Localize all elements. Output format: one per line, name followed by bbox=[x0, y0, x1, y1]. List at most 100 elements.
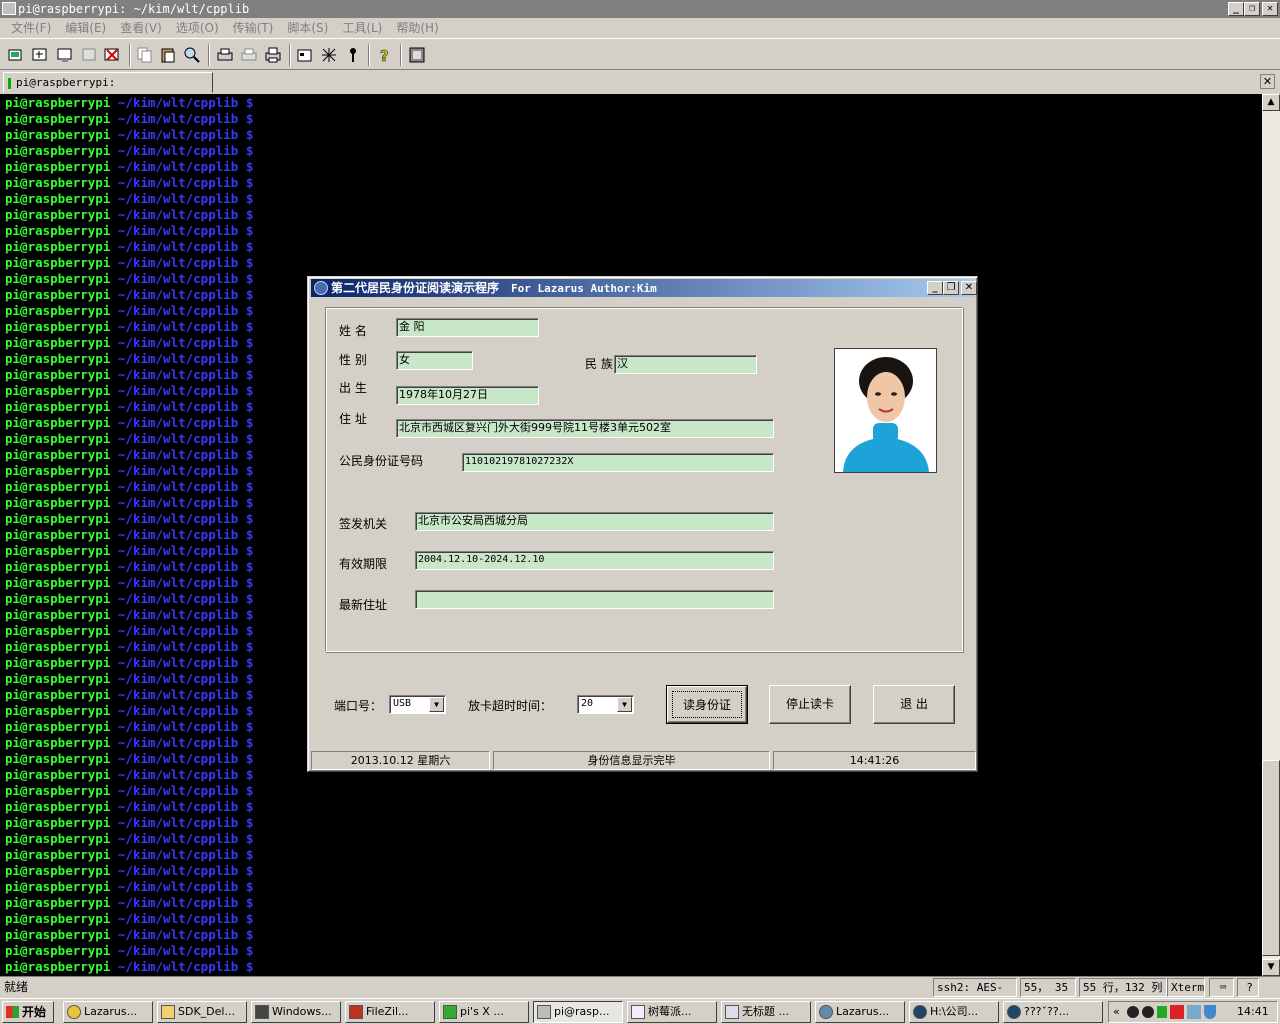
status-term: Xterm bbox=[1167, 978, 1205, 997]
tab-close-button[interactable]: ✕ bbox=[1260, 74, 1275, 89]
copy-icon[interactable] bbox=[136, 46, 154, 64]
keymap-icon[interactable] bbox=[344, 46, 362, 64]
dialog-maximize-button[interactable]: ❐ bbox=[943, 281, 959, 295]
task-button[interactable]: 无标题 ... bbox=[721, 1001, 811, 1023]
new-address-field[interactable] bbox=[415, 590, 774, 609]
read-id-button[interactable]: 读身份证 bbox=[666, 685, 748, 724]
gender-field[interactable]: 女 bbox=[396, 351, 473, 370]
close-button[interactable]: ✕ bbox=[1262, 2, 1278, 16]
prompt-user: pi@raspberrypi bbox=[5, 687, 111, 702]
task-button[interactable]: SDK_Del... bbox=[157, 1001, 247, 1023]
close-session-icon[interactable] bbox=[103, 46, 121, 64]
prompt-path: ~/kim/wlt/cpplib $ bbox=[117, 959, 254, 974]
sftp-icon[interactable] bbox=[320, 46, 338, 64]
id-number-field[interactable]: 11010219781027232X bbox=[462, 453, 774, 472]
security-shield-icon[interactable] bbox=[1204, 1005, 1216, 1019]
prompt-user: pi@raspberrypi bbox=[5, 303, 111, 318]
extra-icon[interactable] bbox=[408, 46, 426, 64]
task-button[interactable]: 树莓派... bbox=[627, 1001, 717, 1023]
dialog-title-bar[interactable]: 第二代居民身份证阅读演示程序 For Lazarus Author:Kim _ ❐… bbox=[311, 279, 977, 297]
issuer-field[interactable]: 北京市公安局西城分局 bbox=[415, 512, 774, 531]
task-button[interactable]: ???ˇ??... bbox=[1003, 1001, 1103, 1023]
qq-icon[interactable] bbox=[1142, 1006, 1154, 1018]
scroll-thumb[interactable] bbox=[1262, 760, 1280, 956]
menu-help[interactable]: 帮助(H) bbox=[389, 18, 445, 38]
port-select[interactable]: USB ▼ bbox=[389, 695, 446, 714]
new-session-icon[interactable] bbox=[56, 46, 74, 64]
dialog-minimize-button[interactable]: _ bbox=[927, 281, 943, 295]
qq-icon[interactable] bbox=[1127, 1006, 1139, 1018]
minimize-button[interactable]: _ bbox=[1228, 2, 1244, 16]
prompt-path: ~/kim/wlt/cpplib $ bbox=[117, 111, 254, 126]
terminal-prompt-line: pi@raspberrypi ~/kim/wlt/cpplib $ bbox=[5, 927, 1262, 943]
prompt-user: pi@raspberrypi bbox=[5, 863, 111, 878]
birth-field[interactable]: 1978年10月27日 bbox=[396, 386, 539, 405]
windows-logo-icon bbox=[6, 1006, 19, 1018]
network-icon[interactable] bbox=[1157, 1006, 1167, 1018]
stop-reading-button[interactable]: 停止读卡 bbox=[769, 685, 851, 724]
connect-icon[interactable] bbox=[7, 46, 25, 64]
help-status-icon[interactable]: ? bbox=[1237, 978, 1259, 997]
display-icon[interactable] bbox=[1187, 1005, 1201, 1019]
dialog-close-button[interactable]: ✕ bbox=[961, 281, 977, 295]
system-tray: « 14:41 bbox=[1108, 1001, 1278, 1023]
scroll-up-arrow-icon[interactable]: ▲ bbox=[1262, 94, 1280, 111]
menu-script[interactable]: 脚本(S) bbox=[280, 18, 335, 38]
task-button[interactable]: Windows... bbox=[251, 1001, 341, 1023]
scroll-down-arrow-icon[interactable]: ▼ bbox=[1262, 959, 1280, 976]
issuer-label: 签发机关 bbox=[339, 517, 388, 531]
ethnicity-label: 民 族 bbox=[585, 357, 613, 371]
prompt-path: ~/kim/wlt/cpplib $ bbox=[117, 159, 254, 174]
print-preview-icon[interactable] bbox=[240, 46, 258, 64]
restore-button[interactable]: ❐ bbox=[1244, 2, 1260, 16]
paste-icon[interactable] bbox=[159, 46, 177, 64]
terminal-scrollbar[interactable]: ▲ ▼ bbox=[1262, 94, 1280, 976]
terminal-prompt-line: pi@raspberrypi ~/kim/wlt/cpplib $ bbox=[5, 239, 1262, 255]
prompt-user: pi@raspberrypi bbox=[5, 735, 111, 750]
help-icon[interactable]: ? bbox=[376, 46, 394, 64]
prompt-user: pi@raspberrypi bbox=[5, 703, 111, 718]
menu-tools[interactable]: 工具(L) bbox=[335, 18, 389, 38]
chevron-down-icon[interactable]: ▼ bbox=[617, 697, 632, 712]
menu-view[interactable]: 查看(V) bbox=[113, 18, 169, 38]
menu-edit[interactable]: 编辑(E) bbox=[58, 18, 113, 38]
tray-expand-button[interactable]: « bbox=[1113, 1002, 1120, 1022]
disconnect-icon[interactable] bbox=[80, 46, 98, 64]
prompt-path: ~/kim/wlt/cpplib $ bbox=[117, 607, 254, 622]
session-tab[interactable]: pi@raspberrypi: ~/kim/wlt/cpplib bbox=[3, 72, 213, 109]
prompt-path: ~/kim/wlt/cpplib $ bbox=[117, 639, 254, 654]
menu-file[interactable]: 文件(F) bbox=[4, 18, 58, 38]
prompt-path: ~/kim/wlt/cpplib $ bbox=[117, 143, 254, 158]
prompt-user: pi@raspberrypi bbox=[5, 415, 111, 430]
settings-icon[interactable] bbox=[296, 46, 314, 64]
address-field[interactable]: 北京市西城区复兴门外大街999号院11号楼3单元502室 bbox=[396, 419, 774, 438]
name-field[interactable]: 金 阳 bbox=[396, 318, 539, 337]
find-icon[interactable] bbox=[183, 46, 201, 64]
prompt-path: ~/kim/wlt/cpplib $ bbox=[117, 575, 254, 590]
reconnect-icon[interactable] bbox=[31, 46, 49, 64]
task-button[interactable]: Lazarus... bbox=[63, 1001, 153, 1023]
timeout-select[interactable]: 20 ▼ bbox=[577, 695, 634, 714]
prompt-user: pi@raspberrypi bbox=[5, 287, 111, 302]
chevron-down-icon[interactable]: ▼ bbox=[429, 697, 444, 712]
exit-button[interactable]: 退 出 bbox=[873, 685, 955, 724]
prompt-path: ~/kim/wlt/cpplib $ bbox=[117, 879, 254, 894]
menu-options[interactable]: 选项(O) bbox=[169, 18, 226, 38]
keyboard-icon[interactable]: ⌨ bbox=[1209, 978, 1234, 997]
task-button[interactable]: Lazarus... bbox=[815, 1001, 905, 1023]
task-button-active[interactable]: pi@rasp... bbox=[533, 1001, 623, 1023]
start-button[interactable]: 开始 bbox=[2, 1001, 54, 1023]
ethnicity-field[interactable]: 汉 bbox=[614, 355, 757, 374]
prompt-user: pi@raspberrypi bbox=[5, 223, 111, 238]
toolbar-separator bbox=[400, 44, 402, 66]
task-button[interactable]: H:\公司... bbox=[909, 1001, 999, 1023]
task-button[interactable]: FileZil... bbox=[345, 1001, 435, 1023]
task-button[interactable]: pi's X ... bbox=[439, 1001, 529, 1023]
window-title-bar[interactable]: pi@raspberrypi: ~/kim/wlt/cpplib _ ❐ ✕ bbox=[0, 0, 1280, 18]
validity-field[interactable]: 2004.12.10-2024.12.10 bbox=[415, 551, 774, 570]
print-setup-icon[interactable] bbox=[216, 46, 234, 64]
menu-transfer[interactable]: 传输(T) bbox=[226, 18, 281, 38]
antivirus-icon[interactable] bbox=[1170, 1005, 1184, 1019]
prompt-user: pi@raspberrypi bbox=[5, 751, 111, 766]
print-icon[interactable] bbox=[264, 46, 282, 64]
